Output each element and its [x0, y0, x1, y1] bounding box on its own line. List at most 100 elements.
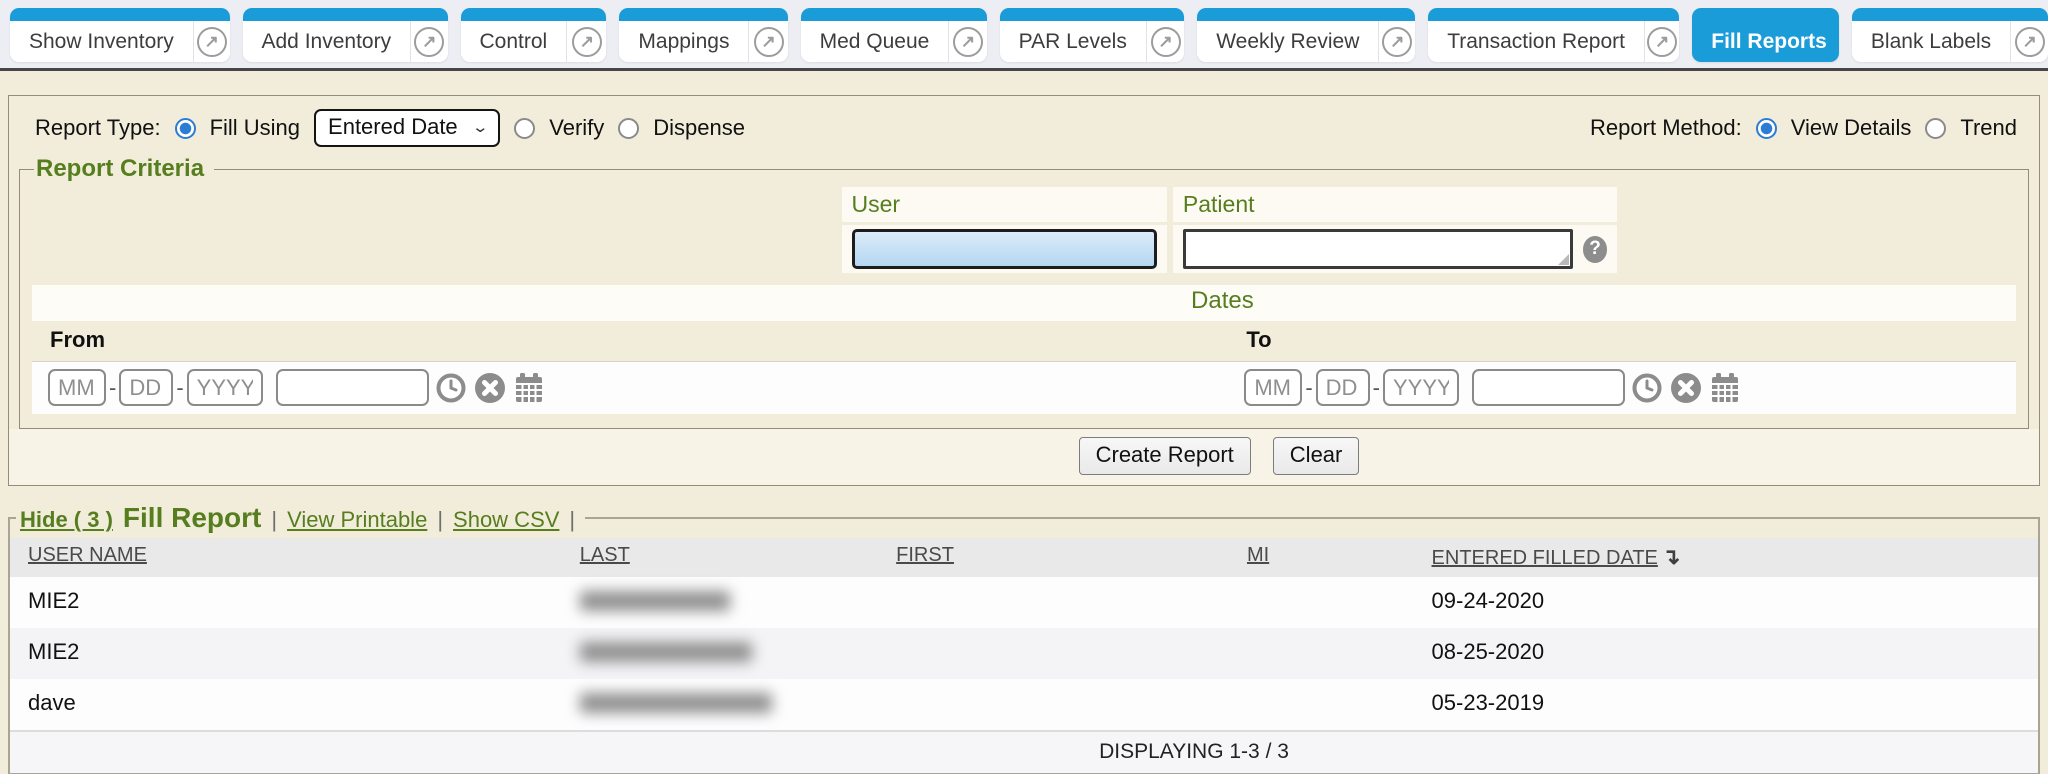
- tab-transaction-report[interactable]: Transaction Report: [1428, 8, 1679, 62]
- dispense-label: Dispense: [653, 115, 745, 141]
- report-method-group: Report Method: View Details Trend: [1590, 115, 2017, 141]
- cell-mi: [1241, 639, 1426, 668]
- from-day-input[interactable]: [119, 369, 173, 406]
- tab-label: Fill Reports: [1692, 21, 1839, 62]
- from-time-clock-icon[interactable]: [434, 371, 468, 405]
- tab-show-inventory[interactable]: Show Inventory: [10, 8, 230, 62]
- tab-blank-labels[interactable]: Blank Labels: [1852, 8, 2048, 62]
- tab-label: PAR Levels: [1000, 21, 1146, 62]
- fill-report-header: Hide ( 3 ) Fill Report | View Printable …: [16, 502, 585, 534]
- verify-radio[interactable]: [514, 118, 535, 139]
- patient-input-wrap: [1183, 229, 1607, 269]
- cell-last-redacted: [574, 588, 890, 617]
- fill-using-radio[interactable]: [175, 118, 196, 139]
- tab-par-levels[interactable]: PAR Levels: [1000, 8, 1185, 62]
- tab-mappings[interactable]: Mappings: [619, 8, 787, 62]
- from-calendar-icon[interactable]: [512, 371, 546, 405]
- to-calendar-icon[interactable]: [1708, 371, 1742, 405]
- redacted-name-blur: [580, 642, 752, 662]
- trend-radio[interactable]: [1925, 118, 1946, 139]
- entered-date-select[interactable]: Entered Date ⌄: [314, 109, 500, 147]
- to-label: To: [1228, 327, 2016, 353]
- user-label: User: [842, 187, 1167, 222]
- cell-user-name: MIE2: [10, 588, 574, 617]
- column-header-last[interactable]: LAST: [574, 544, 890, 570]
- to-time-clock-icon[interactable]: [1630, 371, 1664, 405]
- cell-first: [890, 639, 1241, 668]
- open-in-new-window-button[interactable]: [1146, 21, 1184, 62]
- from-date-group: - -: [32, 369, 1228, 406]
- tab-weekly-review[interactable]: Weekly Review: [1197, 8, 1415, 62]
- tab-label: Weekly Review: [1197, 21, 1378, 62]
- date-dash: -: [109, 375, 116, 401]
- open-in-new-window-button[interactable]: [1378, 21, 1415, 62]
- redacted-name-blur: [580, 591, 730, 611]
- column-header-entered-filled-date[interactable]: ENTERED FILLED DATE↴: [1426, 544, 2038, 570]
- sort-descending-icon: ↴: [1662, 544, 1680, 569]
- view-printable-link[interactable]: View Printable: [287, 507, 427, 533]
- table-row[interactable]: MIE2 08-25-2020: [10, 628, 2038, 679]
- external-link-icon: [1382, 27, 1412, 57]
- to-clear-date-icon[interactable]: [1669, 371, 1703, 405]
- report-form: Report Type: Fill Using Entered Date ⌄ V…: [8, 95, 2040, 486]
- patient-input[interactable]: [1183, 229, 1573, 269]
- to-date-text-input[interactable]: [1472, 369, 1625, 406]
- from-date-text-input[interactable]: [276, 369, 429, 406]
- tab-label: Mappings: [619, 21, 748, 62]
- show-csv-link[interactable]: Show CSV: [453, 507, 559, 533]
- dispense-radio[interactable]: [618, 118, 639, 139]
- dates-band: Dates: [32, 285, 2016, 321]
- redacted-name-blur: [580, 693, 772, 713]
- user-input[interactable]: [852, 229, 1157, 269]
- cell-entered-filled-date: 09-24-2020: [1426, 588, 2038, 617]
- from-clear-date-icon[interactable]: [473, 371, 507, 405]
- table-row[interactable]: dave 05-23-2019: [10, 679, 2038, 730]
- column-header-mi[interactable]: MI: [1241, 544, 1426, 570]
- date-dash: -: [176, 375, 183, 401]
- criteria-inputs-row: [32, 225, 2016, 273]
- external-link-icon: [572, 27, 602, 57]
- to-day-input[interactable]: [1316, 369, 1370, 406]
- hide-link[interactable]: Hide ( 3 ): [20, 507, 113, 533]
- separator: |: [437, 507, 443, 533]
- tab-label: Control: [461, 21, 567, 62]
- open-in-new-window-button[interactable]: [2010, 21, 2048, 62]
- fill-reports-page: Show Inventory Add Inventory Control Map…: [0, 0, 2048, 774]
- tab-med-queue[interactable]: Med Queue: [801, 8, 987, 62]
- form-actions-row: Create Report Clear: [9, 429, 2039, 485]
- clear-button[interactable]: Clear: [1273, 437, 1360, 475]
- table-header-row: USER NAME LAST FIRST MI ENTERED FILLED D…: [10, 538, 2038, 577]
- open-in-new-window-button[interactable]: [1644, 21, 1679, 62]
- verify-label: Verify: [549, 115, 604, 141]
- from-month-input[interactable]: [48, 369, 106, 406]
- table-row[interactable]: MIE2 09-24-2020: [10, 577, 2038, 628]
- view-details-radio[interactable]: [1756, 118, 1777, 139]
- dates-label: Dates: [1191, 287, 1254, 315]
- tab-label: Show Inventory: [10, 21, 193, 62]
- column-header-first[interactable]: FIRST: [890, 544, 1241, 570]
- tab-add-inventory[interactable]: Add Inventory: [243, 8, 448, 62]
- to-year-input[interactable]: [1383, 369, 1459, 406]
- tab-control[interactable]: Control: [461, 8, 607, 62]
- fill-report-title: Fill Report: [123, 502, 261, 534]
- column-header-user-name[interactable]: USER NAME: [10, 544, 574, 570]
- external-link-icon: [197, 27, 227, 57]
- cell-entered-filled-date: 05-23-2019: [1426, 690, 2038, 719]
- open-in-new-window-button[interactable]: [948, 21, 986, 62]
- help-icon[interactable]: [1583, 236, 1607, 263]
- from-year-input[interactable]: [187, 369, 263, 406]
- open-in-new-window-button[interactable]: [566, 21, 606, 62]
- open-in-new-window-button[interactable]: [410, 21, 447, 62]
- tab-label: Med Queue: [801, 21, 949, 62]
- open-in-new-window-button[interactable]: [193, 21, 230, 62]
- entered-date-select-value: Entered Date: [328, 114, 458, 140]
- fill-report-section: Hide ( 3 ) Fill Report | View Printable …: [8, 502, 2040, 774]
- trend-label: Trend: [1960, 115, 2017, 141]
- to-month-input[interactable]: [1244, 369, 1302, 406]
- tab-fill-reports[interactable]: Fill Reports: [1692, 8, 1839, 62]
- view-details-label: View Details: [1791, 115, 1912, 141]
- external-link-icon: [1647, 27, 1677, 57]
- open-in-new-window-button[interactable]: [748, 21, 787, 62]
- create-report-button[interactable]: Create Report: [1079, 437, 1251, 475]
- to-date-group: - -: [1228, 369, 2016, 406]
